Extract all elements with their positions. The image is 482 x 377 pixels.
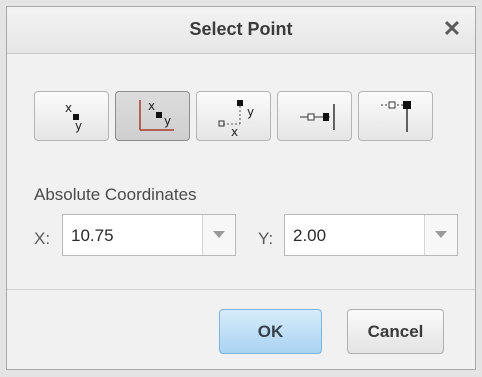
dialog-title: Select Point (189, 19, 293, 39)
point-on-line-icon (300, 104, 335, 130)
x-glyph: x (148, 99, 155, 113)
x-glyph: x (231, 125, 238, 139)
chevron-down-icon (213, 231, 225, 238)
y-label: Y: (258, 229, 274, 248)
absolute-xy-button[interactable]: x y (34, 91, 109, 141)
solid-point (323, 113, 329, 121)
chevron-down-icon (435, 231, 447, 238)
point-vertical-offset-button[interactable] (358, 91, 433, 141)
point-on-line-button[interactable] (277, 91, 352, 141)
x-label: X: (34, 229, 51, 248)
solid-point (403, 101, 411, 109)
cancel-button[interactable]: Cancel (347, 309, 444, 354)
y-glyph: y (164, 114, 171, 128)
relative-xy-origin-icon: y x (218, 100, 254, 139)
absolute-coordinates-label: Absolute Coordinates (34, 185, 197, 204)
x-glyph: x (65, 101, 72, 115)
relative-xy-origin-button[interactable]: y x (196, 91, 271, 141)
y-glyph: y (247, 105, 254, 119)
x-coordinate-combobox[interactable]: 10.75 (62, 214, 236, 256)
y-coordinate-combobox[interactable]: 2.00 (284, 214, 458, 256)
hollow-point (307, 113, 315, 121)
absolute-xy-icon: x y (65, 101, 82, 133)
ok-button[interactable]: OK (219, 309, 322, 354)
dialog-titlebar: Select Point ✕ (7, 7, 475, 54)
relative-xy-corner-button[interactable]: x y (115, 91, 190, 141)
x-dropdown-button[interactable] (202, 215, 235, 255)
footer-divider (7, 289, 475, 290)
hollow-point (388, 101, 396, 109)
y-dropdown-button[interactable] (424, 215, 457, 255)
point-vertical-offset-icon (381, 101, 411, 132)
point-marker (156, 112, 162, 118)
point-marker (237, 100, 243, 106)
relative-xy-corner-icon: x y (139, 99, 174, 131)
y-coordinate-value[interactable]: 2.00 (293, 226, 326, 246)
y-glyph: y (75, 119, 82, 133)
close-icon[interactable]: ✕ (439, 16, 465, 42)
x-coordinate-value[interactable]: 10.75 (71, 226, 114, 246)
select-point-dialog: Select Point ✕ x y x y y x Absolute Coor… (6, 6, 476, 370)
